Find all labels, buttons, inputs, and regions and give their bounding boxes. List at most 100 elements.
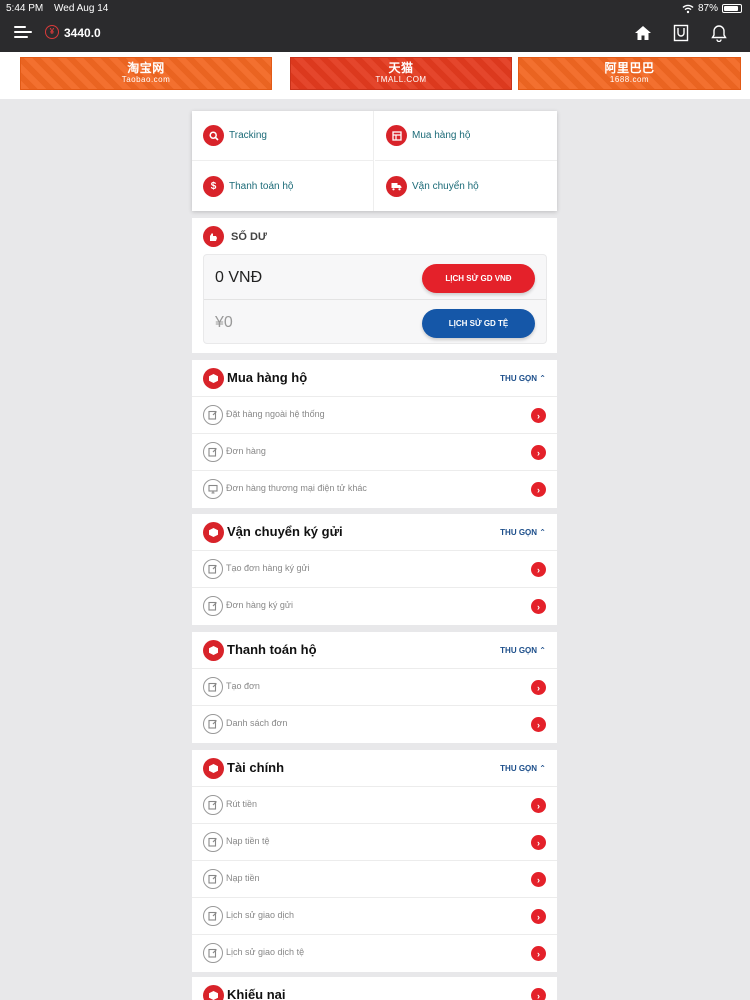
balance-card: SỐ DƯ 0 VNĐ LỊCH SỬ GD VNĐ ¥0 LỊCH SỬ GD… bbox=[192, 218, 557, 353]
quick-action-label: Tracking bbox=[229, 130, 267, 141]
status-bar-right: 87% bbox=[682, 3, 742, 14]
collapse-label: THU GỌN bbox=[500, 528, 538, 537]
section-title: Vận chuyển ký gửi bbox=[227, 524, 343, 539]
menu-row-label: Lịch sử giao dịch tệ bbox=[226, 947, 305, 957]
chevron-right-icon: › bbox=[531, 562, 546, 577]
menu-row[interactable]: Lịch sử giao dịch tệ › bbox=[192, 935, 557, 972]
banner-1688[interactable]: 阿里巴巴 1688.com bbox=[518, 57, 741, 90]
menu-row[interactable]: Đơn hàng › bbox=[192, 434, 557, 471]
chevron-right-icon: › bbox=[531, 717, 546, 732]
quick-action-purchase[interactable]: Mua hàng hộ bbox=[375, 111, 557, 161]
box-icon bbox=[203, 368, 224, 389]
quick-actions-grid: Tracking Mua hàng hộ $ Thanh toán hộ Vận… bbox=[192, 111, 557, 211]
chevron-up-icon: ⌃ bbox=[539, 646, 546, 655]
status-date: Wed Aug 14 bbox=[54, 3, 109, 14]
chevron-right-icon: › bbox=[531, 872, 546, 887]
collapse-label: THU GỌN bbox=[500, 764, 538, 773]
menu-row[interactable]: Đặt hàng ngoài hệ thống › bbox=[192, 397, 557, 434]
bell-icon[interactable] bbox=[710, 24, 728, 42]
balance-vnd-value: 0 VNĐ bbox=[215, 269, 263, 286]
section-title: Tài chính bbox=[227, 760, 285, 775]
chevron-up-icon: ⌃ bbox=[539, 528, 546, 537]
menu-row[interactable]: Danh sách đơn › bbox=[192, 706, 557, 743]
quick-action-payment[interactable]: $ Thanh toán hộ bbox=[192, 161, 374, 211]
menu-row[interactable]: Rút tiền › bbox=[192, 787, 557, 824]
menu-row-label: Tạo đơn hàng ký gửi bbox=[226, 563, 310, 573]
menu-row[interactable]: Tạo đơn hàng ký gửi › bbox=[192, 551, 557, 588]
header-balance: 3440.0 bbox=[64, 26, 101, 40]
banner-taobao-title: 淘宝网 bbox=[127, 60, 165, 75]
box-icon bbox=[203, 985, 224, 1000]
balance-title: SỐ DƯ bbox=[231, 230, 268, 243]
chevron-right-icon: › bbox=[531, 408, 546, 423]
document-edit-icon bbox=[203, 714, 223, 734]
truck-icon bbox=[386, 175, 407, 197]
balance-row-cny: ¥0 LỊCH SỬ GD TỆ bbox=[204, 300, 546, 345]
menu-row[interactable]: Nạp tiền tệ › bbox=[192, 824, 557, 861]
quick-action-shipping[interactable]: Vận chuyển hộ bbox=[375, 161, 557, 211]
document-edit-icon bbox=[203, 906, 223, 926]
status-bar-left: 5:44 PM Wed Aug 14 bbox=[6, 3, 116, 14]
cny-history-button[interactable]: LỊCH SỬ GD TỆ bbox=[422, 309, 535, 338]
document-edit-icon bbox=[203, 832, 223, 852]
search-icon bbox=[203, 125, 224, 146]
chevron-up-icon: ⌃ bbox=[539, 374, 546, 383]
menu-row[interactable]: Đơn hàng thương mại điện tử khác › bbox=[192, 471, 557, 508]
box-icon bbox=[203, 522, 224, 543]
quick-action-tracking[interactable]: Tracking bbox=[192, 111, 374, 161]
vnd-history-button[interactable]: LỊCH SỬ GD VNĐ bbox=[422, 264, 535, 293]
balance-box: 0 VNĐ LỊCH SỬ GD VNĐ ¥0 LỊCH SỬ GD TỆ bbox=[203, 254, 547, 344]
chevron-right-icon: › bbox=[531, 599, 546, 614]
balance-cny-value: ¥0 bbox=[215, 314, 233, 331]
banner-taobao-subtitle: Taobao.com bbox=[121, 74, 171, 84]
banner-1688-title: 阿里巴巴 bbox=[604, 60, 655, 75]
banner-1688-subtitle: 1688.com bbox=[609, 74, 650, 84]
collapse-toggle[interactable]: THU GỌN ⌃ bbox=[500, 764, 546, 773]
section-title: Thanh toán hộ bbox=[227, 642, 317, 657]
menu-row[interactable]: Lịch sử giao dịch › bbox=[192, 898, 557, 935]
chevron-right-icon: › bbox=[531, 798, 546, 813]
collapse-toggle[interactable]: THU GỌN ⌃ bbox=[500, 374, 546, 383]
coin-icon: ¥ bbox=[45, 25, 59, 39]
banner-tmall[interactable]: 天猫 TMALL.COM bbox=[290, 57, 512, 90]
document-edit-icon bbox=[203, 559, 223, 579]
section-header: Tài chính THU GỌN ⌃ bbox=[192, 750, 557, 787]
hamburger-menu-icon[interactable] bbox=[14, 26, 32, 40]
section-consignment: Vận chuyển ký gửi THU GỌN ⌃ Tạo đơn hàng… bbox=[192, 514, 557, 625]
banner-tmall-subtitle: TMALL.COM bbox=[375, 74, 427, 84]
balance-header: SỐ DƯ bbox=[203, 226, 267, 247]
home-icon[interactable] bbox=[634, 24, 652, 42]
marketplace-banners: 淘宝网 Taobao.com 天猫 TMALL.COM 阿里巴巴 1688.com bbox=[0, 52, 750, 99]
quick-action-label: Vận chuyển hộ bbox=[412, 180, 479, 192]
menu-row-label: Đơn hàng thương mại điện tử khác bbox=[226, 483, 367, 493]
menu-row[interactable]: Tạo đơn › bbox=[192, 669, 557, 706]
section-complaints: Khiếu nại › bbox=[192, 977, 557, 1000]
section-title: Mua hàng hộ bbox=[227, 370, 308, 385]
balance-row-vnd: 0 VNĐ LỊCH SỬ GD VNĐ bbox=[204, 255, 546, 300]
section-header: Mua hàng hộ THU GỌN ⌃ bbox=[192, 360, 557, 397]
banner-taobao[interactable]: 淘宝网 Taobao.com bbox=[20, 57, 272, 90]
status-time: 5:44 PM bbox=[6, 3, 44, 14]
collapse-label: THU GỌN bbox=[500, 374, 538, 383]
chevron-right-icon: › bbox=[531, 680, 546, 695]
quick-action-label: Mua hàng hộ bbox=[412, 130, 471, 141]
collapse-label: THU GỌN bbox=[500, 646, 538, 655]
collapse-toggle[interactable]: THU GỌN ⌃ bbox=[500, 528, 546, 537]
section-header: Vận chuyển ký gửi THU GỌN ⌃ bbox=[192, 514, 557, 551]
menu-row-label: Lịch sử giao dịch bbox=[226, 910, 295, 920]
section-header: Thanh toán hộ THU GỌN ⌃ bbox=[192, 632, 557, 669]
cart-bag-icon[interactable] bbox=[672, 24, 690, 42]
menu-row-label: Đơn hàng ký gửi bbox=[226, 600, 293, 610]
menu-row-label: Nạp tiền bbox=[226, 873, 260, 883]
collapse-toggle[interactable]: THU GỌN ⌃ bbox=[500, 646, 546, 655]
dollar-icon: $ bbox=[203, 175, 224, 197]
menu-row[interactable]: Nạp tiền › bbox=[192, 861, 557, 898]
chevron-right-icon: › bbox=[531, 445, 546, 460]
section-title: Khiếu nại bbox=[227, 987, 286, 1000]
menu-row[interactable]: Đơn hàng ký gửi › bbox=[192, 588, 557, 625]
chevron-right-icon: › bbox=[531, 835, 546, 850]
chevron-right-icon[interactable]: › bbox=[531, 988, 546, 1000]
section-purchase: Mua hàng hộ THU GỌN ⌃ Đặt hàng ngoài hệ … bbox=[192, 360, 557, 508]
battery-icon bbox=[722, 4, 742, 13]
menu-row-label: Tạo đơn bbox=[226, 681, 260, 691]
